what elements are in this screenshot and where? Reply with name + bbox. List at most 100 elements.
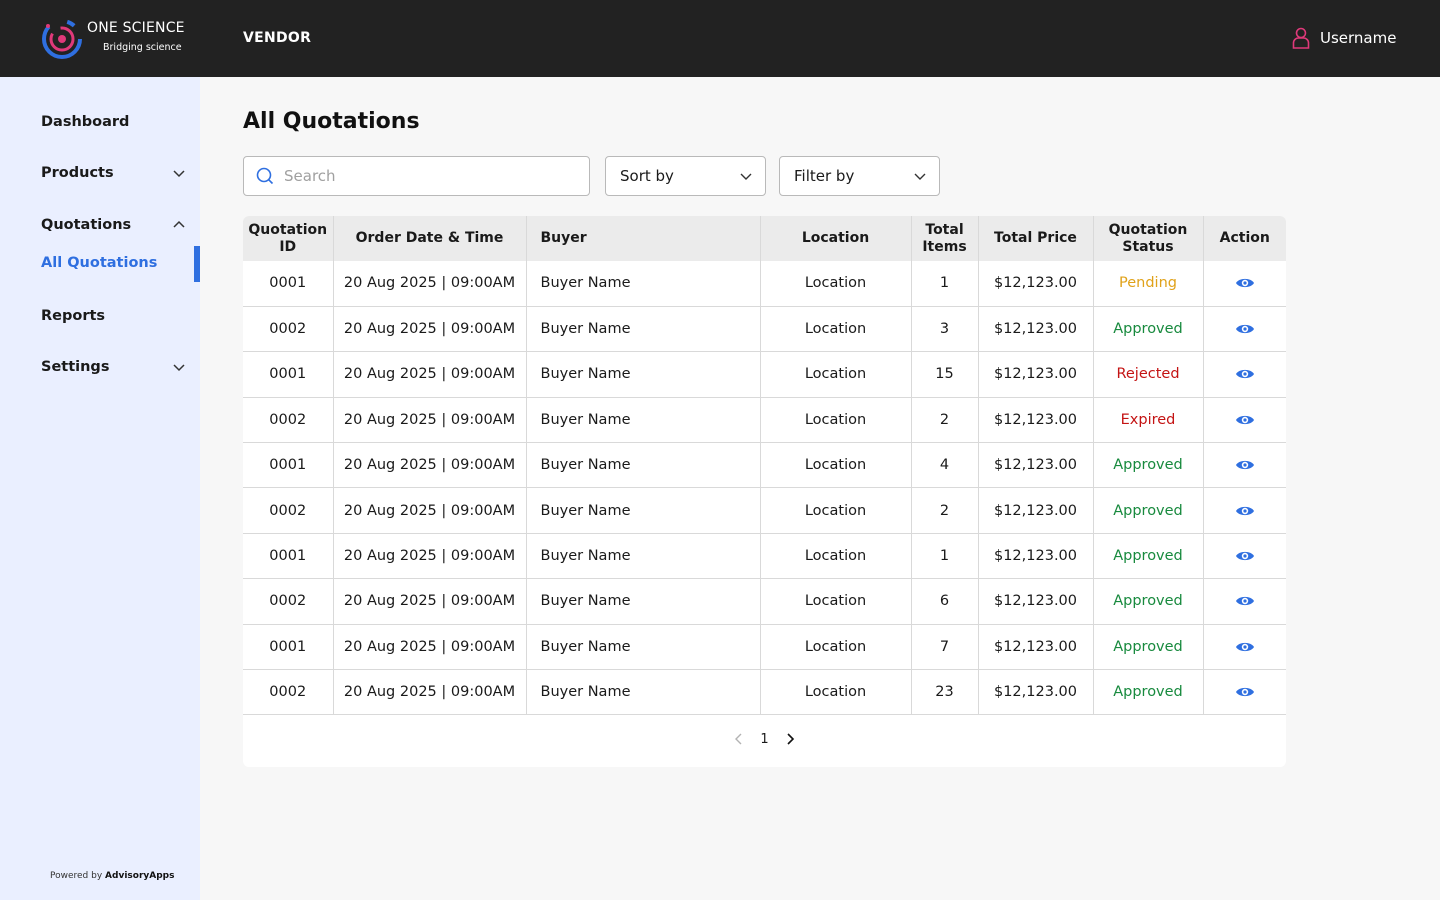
quotations-table: Quotation ID Order Date & Time Buyer Loc… <box>243 216 1286 715</box>
page-title: All Quotations <box>243 109 420 134</box>
powered-brand[interactable]: AdvisoryApps <box>105 871 174 881</box>
cell-status: Approved <box>1093 442 1204 488</box>
eye-icon[interactable] <box>1235 504 1255 518</box>
top-bar: ONE SCIENCE Bridging science VENDOR User… <box>0 0 1440 77</box>
pagination: 1 <box>243 728 1286 750</box>
cell-action <box>1203 670 1286 715</box>
sidebar-item-settings[interactable]: Settings <box>41 356 186 378</box>
cell-total-items: 6 <box>911 578 979 625</box>
cell-action <box>1203 352 1286 397</box>
prev-page-icon[interactable] <box>732 732 746 746</box>
status-label: Rejected <box>1116 366 1180 383</box>
header-location[interactable]: Location <box>760 216 912 261</box>
search-box[interactable] <box>243 156 590 196</box>
cell-location: Location <box>760 397 912 443</box>
cell-total-items: 1 <box>911 533 979 579</box>
cell-total-price: $12,123.00 <box>978 533 1094 579</box>
cell-order-date: 20 Aug 2025 | 09:00AM <box>333 306 527 352</box>
eye-icon[interactable] <box>1235 549 1255 563</box>
sidebar-item-all-quotations[interactable]: All Quotations <box>41 255 157 271</box>
header-quotation-status[interactable]: Quotation Status <box>1093 216 1204 261</box>
powered-by: Powered by AdvisoryApps <box>50 871 174 881</box>
chevron-up-icon <box>173 220 185 228</box>
header-total-price[interactable]: Total Price <box>978 216 1094 261</box>
cell-buyer: Buyer Name <box>526 351 761 398</box>
brand-logo[interactable]: ONE SCIENCE Bridging science <box>40 12 210 66</box>
header-buyer[interactable]: Buyer <box>526 216 761 261</box>
cell-buyer: Buyer Name <box>526 533 761 579</box>
cell-location: Location <box>760 351 912 398</box>
cell-status: Approved <box>1093 533 1204 579</box>
status-label: Approved <box>1113 684 1183 701</box>
cell-location: Location <box>760 533 912 579</box>
eye-icon[interactable] <box>1235 685 1255 699</box>
table-row[interactable]: 0002 20 Aug 2025 | 09:00AM Buyer Name Locat… <box>243 397 1286 443</box>
sidebar-item-products[interactable]: Products <box>41 162 186 184</box>
table-row[interactable]: 0002 20 Aug 2025 | 09:00AM Buyer Name Locat… <box>243 306 1286 352</box>
eye-icon[interactable] <box>1235 640 1255 654</box>
eye-icon[interactable] <box>1235 458 1255 472</box>
cell-quotation-id: 0002 <box>243 397 334 443</box>
cell-order-date: 20 Aug 2025 | 09:00AM <box>333 442 527 488</box>
cell-buyer: Buyer Name <box>526 397 761 443</box>
table-row[interactable]: 0001 20 Aug 2025 | 09:00AM Buyer Name Locat… <box>243 442 1286 488</box>
cell-total-price: $12,123.00 <box>978 261 1094 307</box>
cell-action <box>1203 443 1286 488</box>
cell-order-date: 20 Aug 2025 | 09:00AM <box>333 487 527 534</box>
table-row[interactable]: 0002 20 Aug 2025 | 09:00AM Buyer Name Locat… <box>243 578 1286 625</box>
sidebar-item-quotations[interactable]: Quotations <box>41 214 186 236</box>
cell-status: Rejected <box>1093 351 1204 398</box>
cell-buyer: Buyer Name <box>526 306 761 352</box>
cell-action <box>1203 397 1286 442</box>
cell-location: Location <box>760 578 912 625</box>
cell-location: Location <box>760 306 912 352</box>
user-icon <box>1292 27 1310 49</box>
eye-icon[interactable] <box>1235 322 1255 336</box>
cell-location: Location <box>760 442 912 488</box>
table-row[interactable]: 0001 20 Aug 2025 | 09:00AM Buyer Name Locat… <box>243 533 1286 579</box>
header-quotation-id[interactable]: Quotation ID <box>243 216 334 261</box>
table-row[interactable]: 0002 20 Aug 2025 | 09:00AM Buyer Name Locat… <box>243 487 1286 534</box>
eye-icon[interactable] <box>1235 276 1255 290</box>
username: Username <box>1320 29 1397 47</box>
cell-order-date: 20 Aug 2025 | 09:00AM <box>333 351 527 398</box>
current-page[interactable]: 1 <box>760 732 768 747</box>
sidebar-item-dashboard[interactable]: Dashboard <box>41 111 186 133</box>
status-label: Approved <box>1113 321 1183 338</box>
chevron-down-icon <box>740 173 752 180</box>
sort-dropdown[interactable]: Sort by <box>605 156 766 196</box>
cell-status: Approved <box>1093 624 1204 670</box>
powered-prefix: Powered by <box>50 871 103 881</box>
header-order-date[interactable]: Order Date & Time <box>333 216 527 261</box>
cell-quotation-id: 0001 <box>243 351 334 398</box>
table-row[interactable]: 0001 20 Aug 2025 | 09:00AM Buyer Name Locat… <box>243 261 1286 307</box>
cell-buyer: Buyer Name <box>526 442 761 488</box>
cell-status: Approved <box>1093 306 1204 352</box>
user-menu[interactable]: Username <box>1292 26 1396 50</box>
cell-order-date: 20 Aug 2025 | 09:00AM <box>333 578 527 625</box>
next-page-icon[interactable] <box>783 732 797 746</box>
cell-total-items: 7 <box>911 624 979 670</box>
search-input[interactable] <box>284 167 564 185</box>
sidebar-item-reports[interactable]: Reports <box>41 305 186 327</box>
table-row[interactable]: 0002 20 Aug 2025 | 09:00AM Buyer Name Locat… <box>243 669 1286 715</box>
cell-action <box>1203 306 1286 351</box>
sidebar-item-label: Quotations <box>41 217 132 233</box>
table-row[interactable]: 0001 20 Aug 2025 | 09:00AM Buyer Name Locat… <box>243 351 1286 398</box>
table-row[interactable]: 0001 20 Aug 2025 | 09:00AM Buyer Name Locat… <box>243 624 1286 670</box>
cell-action <box>1203 579 1286 624</box>
logo-subtitle: Bridging science <box>103 42 182 53</box>
sidebar-item-label: Dashboard <box>41 114 130 130</box>
eye-icon[interactable] <box>1235 413 1255 427</box>
cell-quotation-id: 0001 <box>243 261 334 307</box>
status-label: Approved <box>1113 457 1183 474</box>
chevron-down-icon <box>173 170 185 178</box>
eye-icon[interactable] <box>1235 367 1255 381</box>
sidebar-item-label: Products <box>41 165 114 181</box>
cell-action <box>1203 533 1286 578</box>
filter-dropdown[interactable]: Filter by <box>779 156 940 196</box>
header-total-items[interactable]: Total Items <box>911 216 979 261</box>
eye-icon[interactable] <box>1235 594 1255 608</box>
cell-total-items: 15 <box>911 351 979 398</box>
role-label: VENDOR <box>243 30 312 46</box>
